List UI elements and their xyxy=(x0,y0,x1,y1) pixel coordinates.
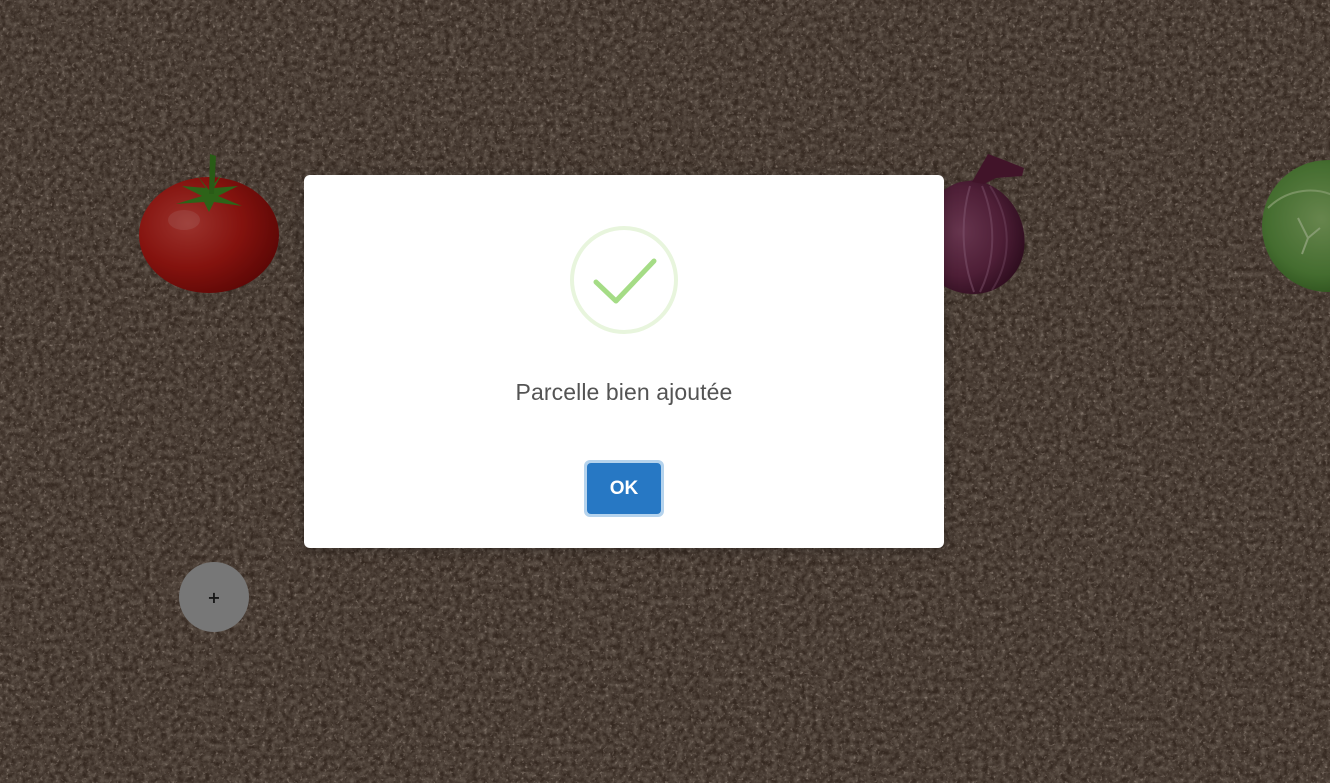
ok-button[interactable]: OK xyxy=(587,463,661,514)
dialog-title: Parcelle bien ajoutée xyxy=(515,379,733,405)
success-check-icon xyxy=(569,225,679,335)
success-dialog: Parcelle bien ajoutée OK xyxy=(304,175,944,548)
